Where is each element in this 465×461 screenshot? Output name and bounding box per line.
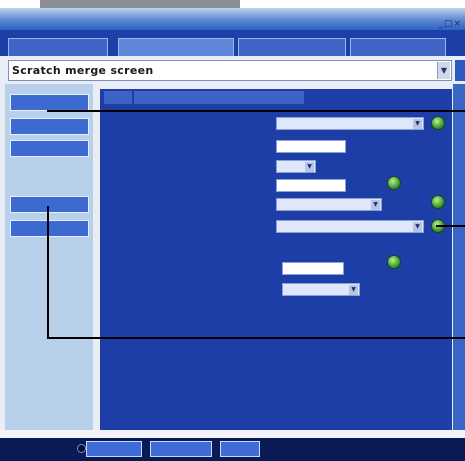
go-button[interactable] xyxy=(431,195,445,209)
tab-2[interactable] xyxy=(118,38,234,56)
sidebar-item-2[interactable] xyxy=(10,118,89,135)
callout-line-bottom xyxy=(47,337,465,339)
go-button[interactable] xyxy=(387,255,401,269)
sidebar-item-1[interactable] xyxy=(10,94,89,111)
form-input-2[interactable] xyxy=(276,140,346,153)
bottom-button-3[interactable] xyxy=(220,441,260,457)
sidebar-item-3[interactable] xyxy=(10,140,89,157)
form-select-9[interactable]: ▼ xyxy=(282,283,360,296)
tab-4[interactable] xyxy=(350,38,446,56)
tab-3[interactable] xyxy=(238,38,346,56)
callout-line-middle xyxy=(436,225,465,227)
tab-bar xyxy=(0,30,465,56)
callout-line-top xyxy=(47,110,465,112)
form-select-1[interactable]: ▼ xyxy=(276,117,424,130)
main-tabs xyxy=(100,89,452,105)
title-field-text: Scratch merge screen xyxy=(12,64,154,77)
title-field[interactable]: Scratch merge screen ▼ xyxy=(8,60,452,81)
chevron-down-icon[interactable]: ▼ xyxy=(437,62,450,79)
callout-line-left-vertical xyxy=(47,206,49,338)
bottom-button-2[interactable] xyxy=(150,441,212,457)
top-decoration xyxy=(40,0,240,8)
tab-1[interactable] xyxy=(8,38,108,56)
form-input-4[interactable] xyxy=(276,179,346,192)
bottom-button-1[interactable] xyxy=(86,441,142,457)
status-divider xyxy=(0,430,465,438)
form-select-3[interactable]: ▼ xyxy=(276,160,316,173)
title-scroll[interactable] xyxy=(455,60,465,81)
chevron-down-icon: ▼ xyxy=(305,162,314,172)
window-titlebar: _□× xyxy=(0,8,465,30)
sidebar xyxy=(5,84,93,430)
chevron-down-icon: ▼ xyxy=(349,285,358,295)
sidebar-item-4[interactable] xyxy=(10,196,89,213)
sidebar-item-5[interactable] xyxy=(10,220,89,237)
chevron-down-icon: ▼ xyxy=(413,222,422,232)
record-icon xyxy=(77,444,86,453)
chevron-down-icon: ▼ xyxy=(413,119,422,129)
form-input-8[interactable] xyxy=(282,262,344,275)
chevron-down-icon: ▼ xyxy=(371,200,380,210)
main-tab-2[interactable] xyxy=(134,91,304,104)
window-controls[interactable]: _□× xyxy=(438,19,462,29)
go-button[interactable] xyxy=(431,116,445,130)
go-button[interactable] xyxy=(387,176,401,190)
main-tab-1[interactable] xyxy=(104,91,132,104)
form-select-5[interactable]: ▼ xyxy=(276,198,382,211)
vertical-scrollbar[interactable] xyxy=(453,84,465,434)
form-select-6[interactable]: ▼ xyxy=(276,220,424,233)
